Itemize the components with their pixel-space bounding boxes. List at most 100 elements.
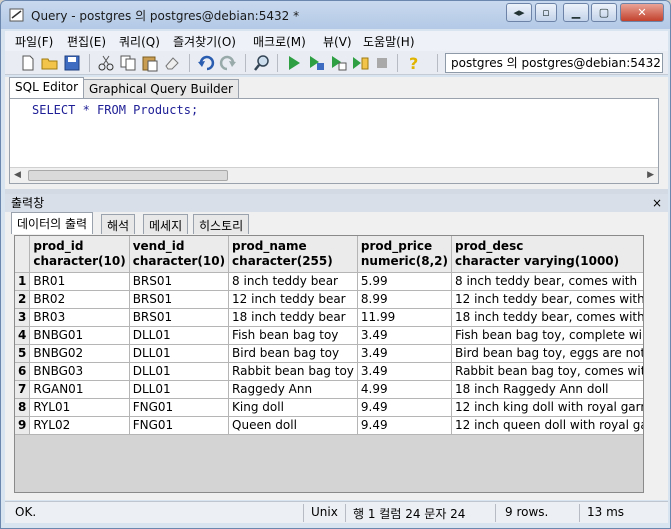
- minimize-button[interactable]: ▁: [563, 3, 589, 22]
- table-cell[interactable]: FNG01: [129, 416, 230, 435]
- column-header-prod-id[interactable]: prod_id character(10): [29, 236, 130, 273]
- table-row[interactable]: 1 BR01 BRS01 8 inch teddy bear 5.99 8 inch te…: [15, 272, 643, 291]
- find-icon[interactable]: [253, 54, 271, 72]
- table-cell[interactable]: 8 inch teddy bear: [228, 272, 358, 291]
- table-cell[interactable]: Raggedy Ann: [228, 380, 358, 399]
- table-cell[interactable]: RGAN01: [29, 380, 130, 399]
- table-cell[interactable]: King doll: [228, 398, 358, 417]
- sql-editor[interactable]: SELECT * FROM Products; ◀ ▶: [9, 98, 659, 184]
- cancel-query-icon[interactable]: [373, 54, 391, 72]
- connection-selector[interactable]: postgres 의 postgres@debian:5432: [445, 53, 663, 73]
- table-cell[interactable]: 18 inch Raggedy Ann doll: [451, 380, 643, 399]
- tab-data-output[interactable]: 데이터의 출력: [11, 212, 94, 234]
- table-cell[interactable]: BNBG03: [29, 362, 130, 381]
- table-cell[interactable]: DLL01: [129, 380, 230, 399]
- table-cell[interactable]: BRS01: [129, 308, 230, 327]
- row-number[interactable]: 5: [15, 344, 31, 363]
- copy-icon[interactable]: [119, 54, 137, 72]
- table-cell[interactable]: 18 inch teddy bear, comes with: [451, 308, 643, 327]
- row-number[interactable]: 3: [15, 308, 31, 327]
- table-cell[interactable]: 12 inch teddy bear, comes with: [451, 290, 643, 309]
- close-button[interactable]: ✕: [620, 3, 664, 22]
- open-folder-icon[interactable]: [41, 54, 59, 72]
- table-cell[interactable]: DLL01: [129, 326, 230, 345]
- tab-explain[interactable]: 해석: [101, 214, 136, 234]
- table-cell[interactable]: 8.99: [357, 290, 453, 309]
- tab-messages[interactable]: 메세지: [143, 214, 189, 234]
- table-cell[interactable]: Fish bean bag toy, complete wi: [451, 326, 643, 345]
- menu-query[interactable]: 쿼리(Q): [119, 33, 160, 50]
- table-cell[interactable]: 12 inch king doll with royal garm: [451, 398, 643, 417]
- column-header-prod-desc[interactable]: prod_desc character varying(1000): [451, 236, 643, 273]
- sql-text[interactable]: SELECT * FROM Products;: [32, 103, 198, 117]
- row-number[interactable]: 4: [15, 326, 31, 345]
- execute-icon[interactable]: [285, 54, 303, 72]
- paste-icon[interactable]: [141, 54, 159, 72]
- table-row[interactable]: 8 RYL01 FNG01 King doll 9.49 12 inch king dol…: [15, 398, 643, 417]
- table-cell[interactable]: 9.49: [357, 416, 453, 435]
- table-cell[interactable]: Rabbit bean bag toy: [228, 362, 358, 381]
- table-cell[interactable]: 3.49: [357, 362, 453, 381]
- table-row[interactable]: 3 BR03 BRS01 18 inch teddy bear 11.99 18 inch…: [15, 308, 643, 327]
- menu-favourites[interactable]: 즐겨찾기(O): [173, 33, 236, 50]
- table-cell[interactable]: 9.49: [357, 398, 453, 417]
- tab-sql-editor[interactable]: SQL Editor: [9, 77, 85, 99]
- table-cell[interactable]: 11.99: [357, 308, 453, 327]
- column-header-vend-id[interactable]: vend_id character(10): [129, 236, 230, 273]
- table-row[interactable]: 9 RYL02 FNG01 Queen doll 9.49 12 inch queen d…: [15, 416, 643, 435]
- table-cell[interactable]: Queen doll: [228, 416, 358, 435]
- execute-to-file-icon[interactable]: [329, 54, 347, 72]
- restore-size-button[interactable]: ◂▸: [506, 3, 532, 22]
- editor-horizontal-scrollbar[interactable]: ◀ ▶: [10, 167, 658, 183]
- menu-view[interactable]: 뷰(V): [323, 33, 352, 50]
- scroll-left-icon[interactable]: ◀: [14, 170, 21, 180]
- column-header-prod-name[interactable]: prod_name character(255): [228, 236, 358, 273]
- row-number[interactable]: 9: [15, 416, 31, 435]
- cut-icon[interactable]: [97, 54, 115, 72]
- menu-edit[interactable]: 편집(E): [67, 33, 106, 50]
- row-number[interactable]: 6: [15, 362, 31, 381]
- table-row[interactable]: 2 BR02 BRS01 12 inch teddy bear 8.99 12 inch …: [15, 290, 643, 309]
- table-cell[interactable]: BRS01: [129, 272, 230, 291]
- column-header-prod-price[interactable]: prod_price numeric(8,2): [357, 236, 453, 273]
- tab-history[interactable]: 히스토리: [193, 214, 250, 234]
- save-icon[interactable]: [63, 54, 81, 72]
- eraser-icon[interactable]: [163, 54, 181, 72]
- title-bar[interactable]: Query - postgres 의 postgres@debian:5432 …: [1, 1, 670, 29]
- undo-icon[interactable]: [197, 54, 215, 72]
- row-number[interactable]: 1: [15, 272, 31, 291]
- maximize-button[interactable]: ▢: [591, 3, 617, 22]
- row-number[interactable]: 2: [15, 290, 31, 309]
- table-cell[interactable]: 5.99: [357, 272, 453, 291]
- scroll-thumb[interactable]: [28, 170, 228, 181]
- table-cell[interactable]: BNBG01: [29, 326, 130, 345]
- help-icon[interactable]: ?: [405, 54, 423, 72]
- execute-pgscript-icon[interactable]: [307, 54, 325, 72]
- table-cell[interactable]: Bird bean bag toy, eggs are not: [451, 344, 643, 363]
- table-cell[interactable]: BNBG02: [29, 344, 130, 363]
- table-cell[interactable]: FNG01: [129, 398, 230, 417]
- table-row[interactable]: 5 BNBG02 DLL01 Bird bean bag toy 3.49 Bird be…: [15, 344, 643, 363]
- table-cell[interactable]: 3.49: [357, 344, 453, 363]
- explain-icon[interactable]: [351, 54, 369, 72]
- table-cell[interactable]: RYL01: [29, 398, 130, 417]
- table-cell[interactable]: 4.99: [357, 380, 453, 399]
- table-cell[interactable]: BRS01: [129, 290, 230, 309]
- table-cell[interactable]: DLL01: [129, 344, 230, 363]
- row-number[interactable]: 8: [15, 398, 31, 417]
- table-cell[interactable]: BR02: [29, 290, 130, 309]
- table-cell[interactable]: 8 inch teddy bear, comes with: [451, 272, 643, 291]
- table-row[interactable]: 4 BNBG01 DLL01 Fish bean bag toy 3.49 Fish be…: [15, 326, 643, 345]
- close-icon[interactable]: ×: [652, 194, 662, 212]
- menu-file[interactable]: 파일(F): [15, 33, 53, 50]
- new-file-icon[interactable]: [19, 54, 37, 72]
- table-cell[interactable]: 18 inch teddy bear: [228, 308, 358, 327]
- table-row[interactable]: 7 RGAN01 DLL01 Raggedy Ann 4.99 18 inch Ragge…: [15, 380, 643, 399]
- table-cell[interactable]: DLL01: [129, 362, 230, 381]
- redo-icon[interactable]: [219, 54, 237, 72]
- table-cell[interactable]: Bird bean bag toy: [228, 344, 358, 363]
- table-cell[interactable]: 3.49: [357, 326, 453, 345]
- table-row[interactable]: 6 BNBG03 DLL01 Rabbit bean bag toy 3.49 Rabbi…: [15, 362, 643, 381]
- menu-help[interactable]: 도움말(H): [363, 33, 415, 50]
- table-cell[interactable]: RYL02: [29, 416, 130, 435]
